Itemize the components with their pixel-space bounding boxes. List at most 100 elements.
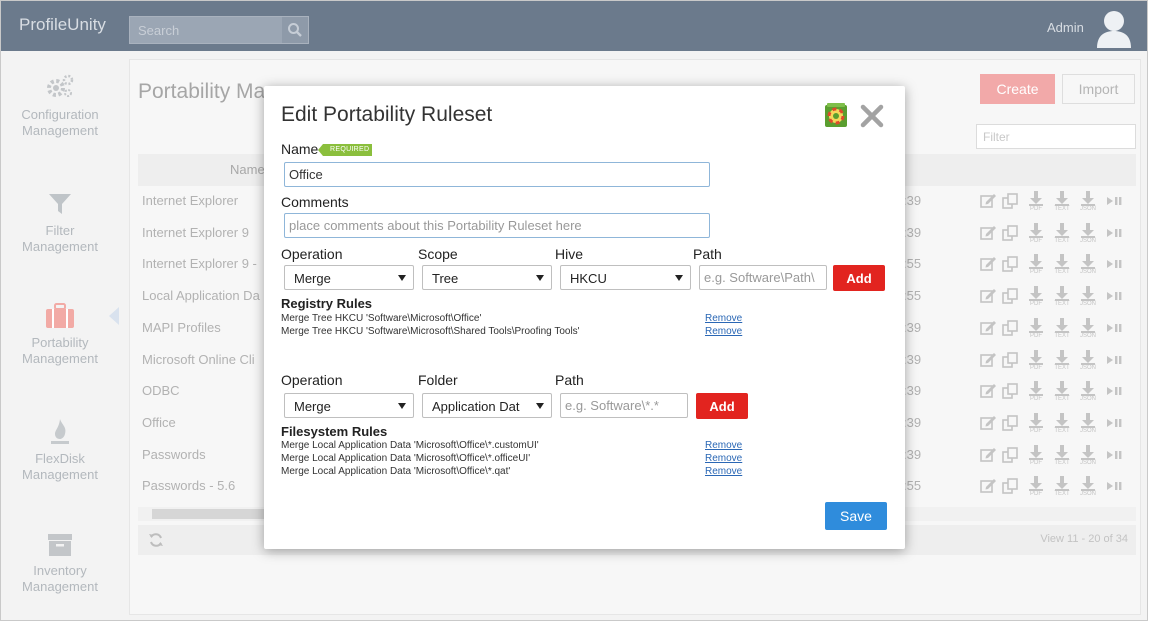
help-lifebuoy-icon[interactable] (824, 102, 848, 128)
registry-add-button[interactable]: Add (833, 265, 885, 291)
download-json-label: JSON (1079, 364, 1096, 371)
row-modified-time: :39 (903, 383, 922, 399)
column-header-name[interactable]: Name (230, 162, 265, 177)
remove-link[interactable]: Remove (705, 326, 742, 337)
avatar-icon[interactable] (1097, 10, 1131, 48)
copy-icon[interactable] (1000, 316, 1020, 342)
download-pdf-label: PDF (1030, 364, 1042, 371)
filesystem-path-input[interactable] (560, 393, 688, 418)
row-name: Internet Explorer 9 (142, 224, 249, 240)
sidebar-item-label: Portability Management (22, 335, 98, 366)
copy-icon[interactable] (1000, 189, 1020, 215)
edit-icon[interactable] (978, 411, 998, 437)
selected-value: HKCU (570, 271, 607, 286)
edit-icon[interactable] (978, 379, 998, 405)
copy-icon[interactable] (1000, 411, 1020, 437)
sidebar-item-filter[interactable]: Filter Management (1, 191, 119, 255)
user-name[interactable]: Admin (1047, 20, 1084, 35)
download-pdf-label: PDF (1030, 427, 1042, 434)
registry-scope-select[interactable]: Tree (422, 265, 552, 290)
filesystem-folder-select[interactable]: Application Dat (422, 393, 552, 418)
suitcase-icon (46, 303, 74, 328)
edit-icon[interactable] (978, 474, 998, 500)
play-pause-icon[interactable] (1104, 252, 1124, 278)
play-pause-icon[interactable] (1104, 284, 1124, 310)
close-icon[interactable] (860, 104, 884, 128)
search-button[interactable] (282, 17, 308, 43)
sidebar-item-portability[interactable]: Portability Management (1, 303, 119, 367)
filesystem-add-button[interactable]: Add (696, 393, 748, 419)
row-modified-time: :39 (903, 414, 922, 430)
download-json-label: JSON (1079, 491, 1096, 498)
play-pause-icon[interactable] (1104, 379, 1124, 405)
edit-icon[interactable] (978, 252, 998, 278)
row-name: Passwords - 5.6 (142, 478, 236, 494)
remove-link[interactable]: Remove (705, 466, 742, 477)
row-name: MAPI Profiles (142, 319, 221, 335)
remove-link[interactable]: Remove (705, 313, 742, 324)
registry-path-input[interactable] (699, 265, 827, 290)
flame-icon (51, 419, 69, 444)
row-name: Internet Explorer (142, 193, 239, 208)
copy-icon[interactable] (1000, 252, 1020, 278)
copy-icon[interactable] (1000, 348, 1020, 374)
chevron-down-icon (536, 403, 544, 409)
copy-icon[interactable] (1000, 221, 1020, 247)
edit-icon[interactable] (978, 221, 998, 247)
comments-field[interactable] (284, 213, 710, 238)
download-pdf-label: PDF (1030, 332, 1042, 339)
filter-input[interactable] (976, 124, 1136, 149)
selected-value: Tree (432, 271, 459, 286)
brand-logo[interactable]: ProfileUnity (19, 15, 106, 35)
page-info: View 11 - 20 of 34 (1040, 533, 1128, 545)
download-text-label: TEXT (1054, 491, 1070, 498)
edit-icon[interactable] (978, 284, 998, 310)
sidebar-item-configuration[interactable]: Configuration Management (1, 73, 119, 139)
play-pause-icon[interactable] (1104, 443, 1124, 469)
sidebar-item-inventory[interactable]: Inventory Management (1, 533, 119, 595)
edit-icon[interactable] (978, 316, 998, 342)
download-pdf-label: PDF (1030, 237, 1042, 244)
search-icon (288, 23, 302, 37)
play-pause-icon[interactable] (1104, 316, 1124, 342)
play-pause-icon[interactable] (1104, 189, 1124, 215)
download-text-label: TEXT (1054, 396, 1070, 403)
row-name: ODBC (142, 383, 180, 399)
page-title: Portability Ma (138, 80, 266, 103)
edit-icon[interactable] (978, 189, 998, 215)
sidebar-item-flexdisk[interactable]: FlexDisk Management (1, 417, 119, 483)
download-json-label: JSON (1079, 427, 1096, 434)
copy-icon[interactable] (1000, 284, 1020, 310)
create-button[interactable]: Create (980, 74, 1055, 104)
filesystem-rule: Merge Local Application Data 'Microsoft\… (281, 440, 539, 451)
selected-value: Merge (294, 399, 331, 414)
registry-hive-select[interactable]: HKCU (560, 265, 691, 290)
search-input[interactable] (130, 17, 282, 43)
edit-icon[interactable] (978, 348, 998, 374)
name-field[interactable] (284, 162, 710, 187)
registry-operation-select[interactable]: Merge (284, 265, 414, 290)
play-pause-icon[interactable] (1104, 348, 1124, 374)
copy-icon[interactable] (1000, 443, 1020, 469)
save-button[interactable]: Save (825, 502, 887, 530)
top-bar: ProfileUnity Admin (1, 1, 1147, 51)
play-pause-icon[interactable] (1104, 411, 1124, 437)
copy-icon[interactable] (1000, 474, 1020, 500)
copy-icon[interactable] (1000, 379, 1020, 405)
remove-link[interactable]: Remove (705, 453, 742, 464)
registry-rule: Merge Tree HKCU 'Software\Microsoft\Offi… (281, 313, 482, 324)
row-modified-time: :39 (903, 319, 922, 335)
search-box (129, 16, 309, 44)
required-badge: REQUIRED (317, 144, 373, 156)
refresh-icon[interactable] (148, 532, 164, 548)
filesystem-operation-select[interactable]: Merge (284, 393, 414, 418)
edit-icon[interactable] (978, 443, 998, 469)
import-button[interactable]: Import (1062, 74, 1135, 104)
row-modified-time: :55 (903, 478, 922, 494)
play-pause-icon[interactable] (1104, 474, 1124, 500)
download-pdf-label: PDF (1030, 491, 1042, 498)
scrollbar-thumb[interactable] (152, 509, 274, 519)
registry-operation-label: Operation (281, 246, 343, 262)
play-pause-icon[interactable] (1104, 221, 1124, 247)
remove-link[interactable]: Remove (705, 440, 742, 451)
